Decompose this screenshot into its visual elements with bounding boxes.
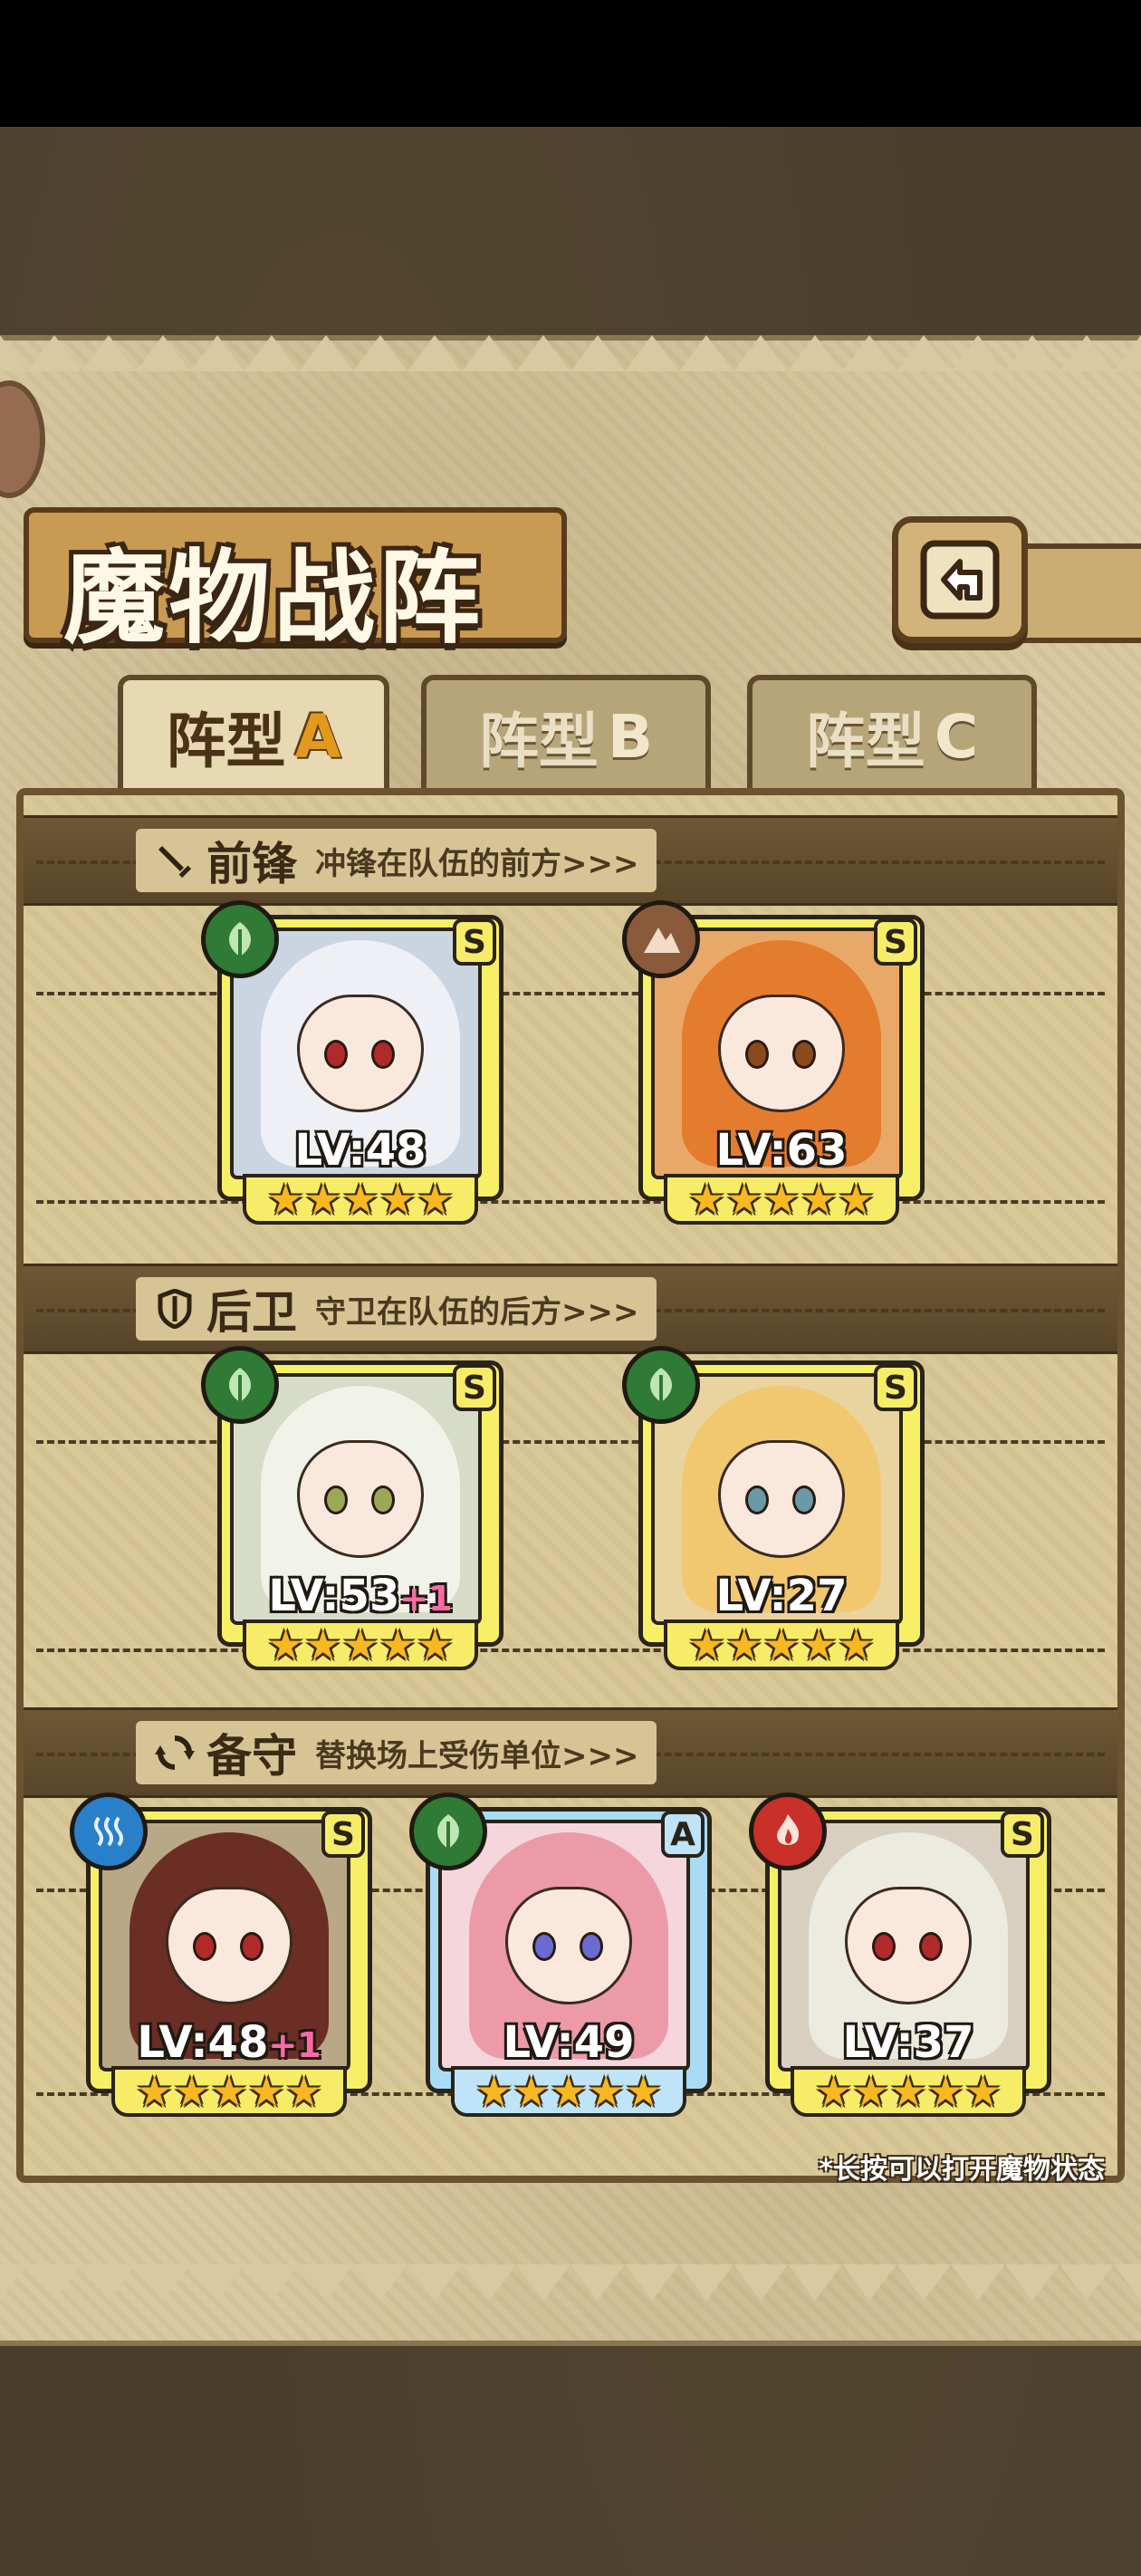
- level-value: LV:48: [294, 1125, 427, 1176]
- monster-card-reserve-3[interactable]: S LV:37 ★★★★★: [749, 1793, 1051, 2117]
- section-title: 后卫: [206, 1286, 297, 1339]
- leaf-element-icon: [201, 900, 279, 978]
- level-label: LV:49: [426, 2017, 712, 2068]
- level-value: LV:53: [268, 1571, 400, 1621]
- rank-badge: S: [453, 1364, 496, 1411]
- star-icons: ★★★★★: [687, 1621, 876, 1668]
- tab-label: 阵型: [478, 706, 599, 776]
- divider: [36, 1200, 1105, 1204]
- tab-label: 阵型: [166, 706, 286, 776]
- leaf-element-icon: [201, 1346, 279, 1424]
- monster-card-reserve-1[interactable]: S LV:48+1 ★★★★★: [70, 1793, 372, 2117]
- level-value: LV:63: [715, 1125, 848, 1176]
- tab-label: 阵型: [805, 706, 925, 776]
- divider: [36, 1440, 1105, 1444]
- level-value: LV:37: [842, 2017, 974, 2068]
- earth-element-icon: [622, 900, 700, 978]
- section-desc: 冲锋在队伍的前方>>>: [315, 845, 639, 882]
- long-press-hint: *长按可以打开魔物状态: [819, 2154, 1105, 2186]
- level-plus: +1: [399, 1579, 453, 1619]
- star-rating: ★★★★★: [451, 2066, 686, 2117]
- section-vanguard-header: 前锋 冲锋在队伍的前方>>>: [136, 829, 657, 892]
- star-icons: ★★★★★: [687, 1176, 876, 1223]
- tab-suffix: A: [294, 701, 341, 772]
- section-reserve-header: 备守 替换场上受伤单位>>>: [136, 1721, 657, 1784]
- panel-bottom-edge: [0, 2264, 1141, 2301]
- level-label: LV:48: [217, 1125, 503, 1176]
- star-rating: ★★★★★: [243, 1174, 478, 1225]
- monster-card-rearguard-1[interactable]: S LV:53+1 ★★★★★: [201, 1346, 503, 1670]
- section-rearguard-header: 后卫 守卫在队伍的后方>>>: [136, 1277, 657, 1341]
- level-plus: +1: [268, 2025, 321, 2065]
- back-button[interactable]: [892, 516, 1028, 643]
- level-label: LV:53+1: [217, 1571, 503, 1621]
- sword-icon: [154, 840, 196, 881]
- swap-icon: [154, 1732, 196, 1773]
- section-desc: 守卫在队伍的后方>>>: [315, 1293, 639, 1331]
- panel-top-edge: [0, 335, 1141, 371]
- star-rating: ★★★★★: [664, 1174, 899, 1225]
- tab-suffix: C: [934, 701, 979, 772]
- rank-badge: S: [874, 1364, 917, 1411]
- star-rating: ★★★★★: [664, 1620, 899, 1670]
- back-button-tail: [1014, 543, 1141, 643]
- star-icons: ★★★★★: [814, 2068, 1002, 2115]
- level-value: LV:27: [715, 1571, 848, 1621]
- leaf-element-icon: [622, 1346, 700, 1424]
- rank-badge: S: [1001, 1811, 1044, 1858]
- water-element-icon: [70, 1793, 148, 1870]
- level-value: LV:49: [503, 2017, 635, 2068]
- divider: [36, 992, 1105, 995]
- star-icons: ★★★★★: [135, 2068, 323, 2115]
- star-icons: ★★★★★: [475, 2068, 663, 2115]
- monster-card-vanguard-2[interactable]: S LV:63 ★★★★★: [622, 900, 925, 1225]
- rank-badge: A: [661, 1811, 705, 1858]
- leaf-element-icon: [409, 1793, 487, 1870]
- level-label: LV:37: [765, 2017, 1051, 2068]
- divider: [36, 1648, 1105, 1652]
- tab-suffix: B: [607, 701, 654, 772]
- level-label: LV:27: [638, 1571, 925, 1621]
- monster-card-rearguard-2[interactable]: S LV:27 ★★★★★: [622, 1346, 925, 1670]
- level-value: LV:48: [137, 2017, 269, 2068]
- star-icons: ★★★★★: [266, 1621, 455, 1668]
- star-rating: ★★★★★: [791, 2066, 1026, 2117]
- section-desc: 替换场上受伤单位>>>: [315, 1737, 639, 1774]
- star-rating: ★★★★★: [111, 2066, 347, 2117]
- level-label: LV:48+1: [86, 2017, 372, 2068]
- star-icons: ★★★★★: [266, 1176, 455, 1223]
- back-arrow-icon: [920, 540, 1000, 620]
- shield-icon: [154, 1288, 196, 1330]
- level-label: LV:63: [638, 1125, 925, 1176]
- page-title: 魔物战阵: [63, 540, 484, 658]
- tab-formation-c[interactable]: 阵型 C: [747, 675, 1037, 793]
- section-title: 备守: [206, 1730, 297, 1783]
- rank-badge: S: [321, 1811, 365, 1858]
- status-bar: [0, 0, 1141, 127]
- section-title: 前锋: [206, 838, 297, 890]
- tab-formation-b[interactable]: 阵型 B: [421, 675, 711, 793]
- rank-badge: S: [453, 918, 496, 966]
- star-rating: ★★★★★: [243, 1620, 478, 1670]
- monster-card-reserve-2[interactable]: A LV:49 ★★★★★: [409, 1793, 712, 2117]
- rank-badge: S: [874, 918, 917, 966]
- monster-card-vanguard-1[interactable]: S LV:48 ★★★★★: [201, 900, 503, 1225]
- tab-formation-a[interactable]: 阵型 A: [118, 675, 389, 793]
- fire-element-icon: [749, 1793, 827, 1870]
